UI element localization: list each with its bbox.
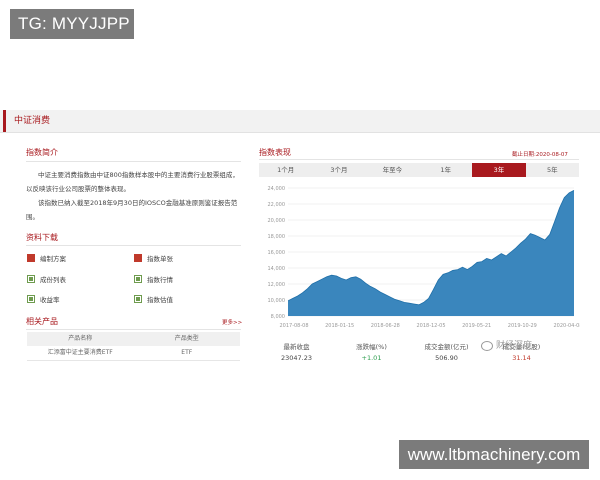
watermark-tg: TG: MYYJJPP [10, 9, 134, 39]
related-table: 产品名称 产品类型 汇添富中证主要消费ETF ETF [27, 332, 240, 361]
series-area [288, 190, 574, 316]
spreadsheet-icon [27, 275, 35, 283]
intro-paragraph-1: 中证主要消费指数由中证800指数样本股中的主要消费行业股票组成，以反映该行业公司… [26, 171, 239, 193]
y-tick-label: 18,000 [268, 234, 286, 240]
stat-label-change: 涨跌幅(%) [356, 343, 387, 351]
table-row[interactable]: 汇添富中证主要消费ETF ETF [27, 346, 240, 361]
intro-heading: 指数简介 [26, 148, 58, 157]
y-tick-label: 14,000 [268, 266, 286, 272]
tab-bar: 中证消费 [0, 110, 600, 133]
pdf-icon [134, 254, 142, 262]
spreadsheet-icon [134, 275, 142, 283]
column-header: 产品名称 [68, 335, 93, 342]
y-tick-label: 12,000 [268, 282, 286, 288]
download-label: 指数行情 [147, 276, 173, 284]
stat-label-close: 最新收盘 [283, 343, 310, 351]
index-chart: 8,000 10,000 12,000 14,000 16,000 18,000 20,00… [268, 186, 581, 329]
tab-title[interactable]: 中证消费 [14, 110, 50, 132]
range-selector: 1个月 3个月 年至今 1年 3年 5年 [259, 163, 579, 177]
x-tick-label: 2017-08-08 [279, 323, 308, 329]
more-link[interactable]: 更多>> [222, 318, 242, 326]
x-tick-label: 2020-04-08 [553, 323, 580, 329]
intro-paragraph-2: 该指数已纳入截至2018年9月30日的IOSCO金融基准原则鉴证报告范围。 [26, 199, 238, 221]
download-label: 指数单张 [147, 255, 173, 263]
stat-value-close: 23047.23 [280, 354, 312, 362]
x-tick-label: 2018-01-15 [325, 323, 354, 329]
downloads-divider [26, 245, 241, 246]
pdf-icon [27, 254, 35, 262]
wechat-icon [481, 340, 493, 351]
stats-values: 23047.23 +1.01 506.90 31.14 [259, 354, 559, 362]
download-label: 成份列表 [40, 276, 66, 284]
y-tick-label: 20,000 [268, 218, 286, 224]
stat-value-volume: 31.14 [512, 354, 531, 362]
intro-text: 中证主要消费指数由中证800指数样本股中的主要消费行业股票组成，以反映该行业公司… [26, 168, 241, 224]
spreadsheet-icon [134, 295, 142, 303]
performance-heading: 指数表现 [259, 148, 291, 157]
range-1-year-button[interactable]: 1年 [419, 163, 472, 177]
spreadsheet-icon [27, 295, 35, 303]
y-tick-label: 8,000 [271, 314, 285, 320]
download-label: 指数估值 [147, 296, 173, 304]
download-quotes[interactable]: 指数行情 [134, 275, 173, 285]
related-divider [26, 329, 241, 330]
performance-divider [259, 159, 579, 160]
stat-label-turnover: 成交金额(亿元) [424, 343, 469, 351]
stat-value-change: +1.01 [361, 354, 382, 362]
y-tick-label: 24,000 [268, 186, 286, 192]
tab-accent-bar [3, 110, 6, 132]
x-tick-label: 2019-10-29 [508, 323, 537, 329]
range-5-year-button[interactable]: 5年 [526, 163, 579, 177]
range-ytd-button[interactable]: 年至今 [366, 163, 419, 177]
range-3-month-button[interactable]: 3个月 [312, 163, 365, 177]
range-1-month-button[interactable]: 1个月 [259, 163, 312, 177]
x-tick-label: 2018-12-05 [416, 323, 445, 329]
downloads-heading: 资料下载 [26, 233, 58, 242]
x-tick-label: 2019-05-21 [462, 323, 491, 329]
y-tick-label: 16,000 [268, 250, 286, 256]
download-index-sheet[interactable]: 指数单张 [134, 254, 173, 264]
product-name[interactable]: 汇添富中证主要消费ETF [27, 346, 134, 360]
download-returns[interactable]: 收益率 [27, 295, 60, 305]
intro-divider [26, 161, 241, 162]
download-label: 收益率 [40, 296, 60, 304]
product-type: ETF [181, 349, 193, 356]
weixin-watermark: 财经深度 [481, 338, 532, 351]
watermark-url: www.ltbmachinery.com [399, 440, 589, 469]
range-3-year-button[interactable]: 3年 [472, 163, 526, 177]
x-tick-label: 2018-06-28 [371, 323, 400, 329]
weixin-watermark-text: 财经深度 [496, 341, 533, 351]
download-valuation[interactable]: 指数估值 [134, 295, 173, 305]
y-tick-label: 22,000 [268, 202, 286, 208]
table-header: 产品名称 产品类型 [27, 332, 240, 346]
column-header: 产品类型 [174, 335, 199, 342]
y-tick-label: 10,000 [268, 298, 286, 304]
download-constituents[interactable]: 成份列表 [27, 275, 66, 285]
stat-value-turnover: 506.90 [435, 354, 458, 362]
download-compilation-plan[interactable]: 编制方案 [27, 254, 66, 264]
download-label: 编制方案 [40, 255, 66, 263]
as-of-date: 截止日期:2020-08-07 [512, 152, 568, 158]
related-heading: 相关产品 [26, 317, 58, 326]
